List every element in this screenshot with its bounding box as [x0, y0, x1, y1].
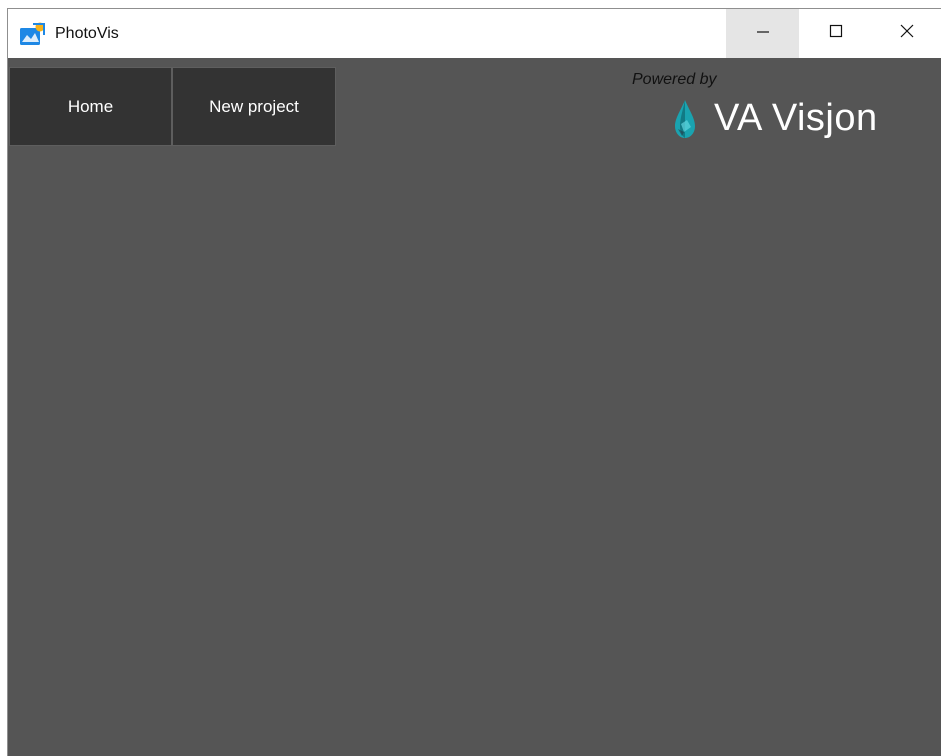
- main-content-area: Home New project Powered by VA Visjon: [8, 58, 941, 756]
- brand-name: VA Visjon: [714, 97, 878, 139]
- close-icon: [899, 23, 915, 44]
- maximize-icon: [828, 23, 844, 44]
- close-button[interactable]: [872, 9, 941, 58]
- maximize-button[interactable]: [799, 9, 872, 58]
- home-button-label: Home: [67, 96, 114, 116]
- powered-by-text: Powered by: [632, 71, 717, 88]
- minimize-icon: [755, 23, 771, 44]
- photovis-app-icon: [20, 22, 46, 46]
- new-project-button-label: New project: [209, 96, 299, 116]
- window-title: PhotoVis: [55, 25, 119, 42]
- minimize-button[interactable]: [726, 9, 799, 58]
- home-button[interactable]: Home: [9, 67, 172, 146]
- new-project-button[interactable]: New project: [172, 67, 336, 146]
- title-bar[interactable]: PhotoVis: [8, 9, 941, 58]
- water-drop-icon: [672, 96, 698, 140]
- app-window: PhotoVis Home New project Powered by VA …: [7, 8, 941, 756]
